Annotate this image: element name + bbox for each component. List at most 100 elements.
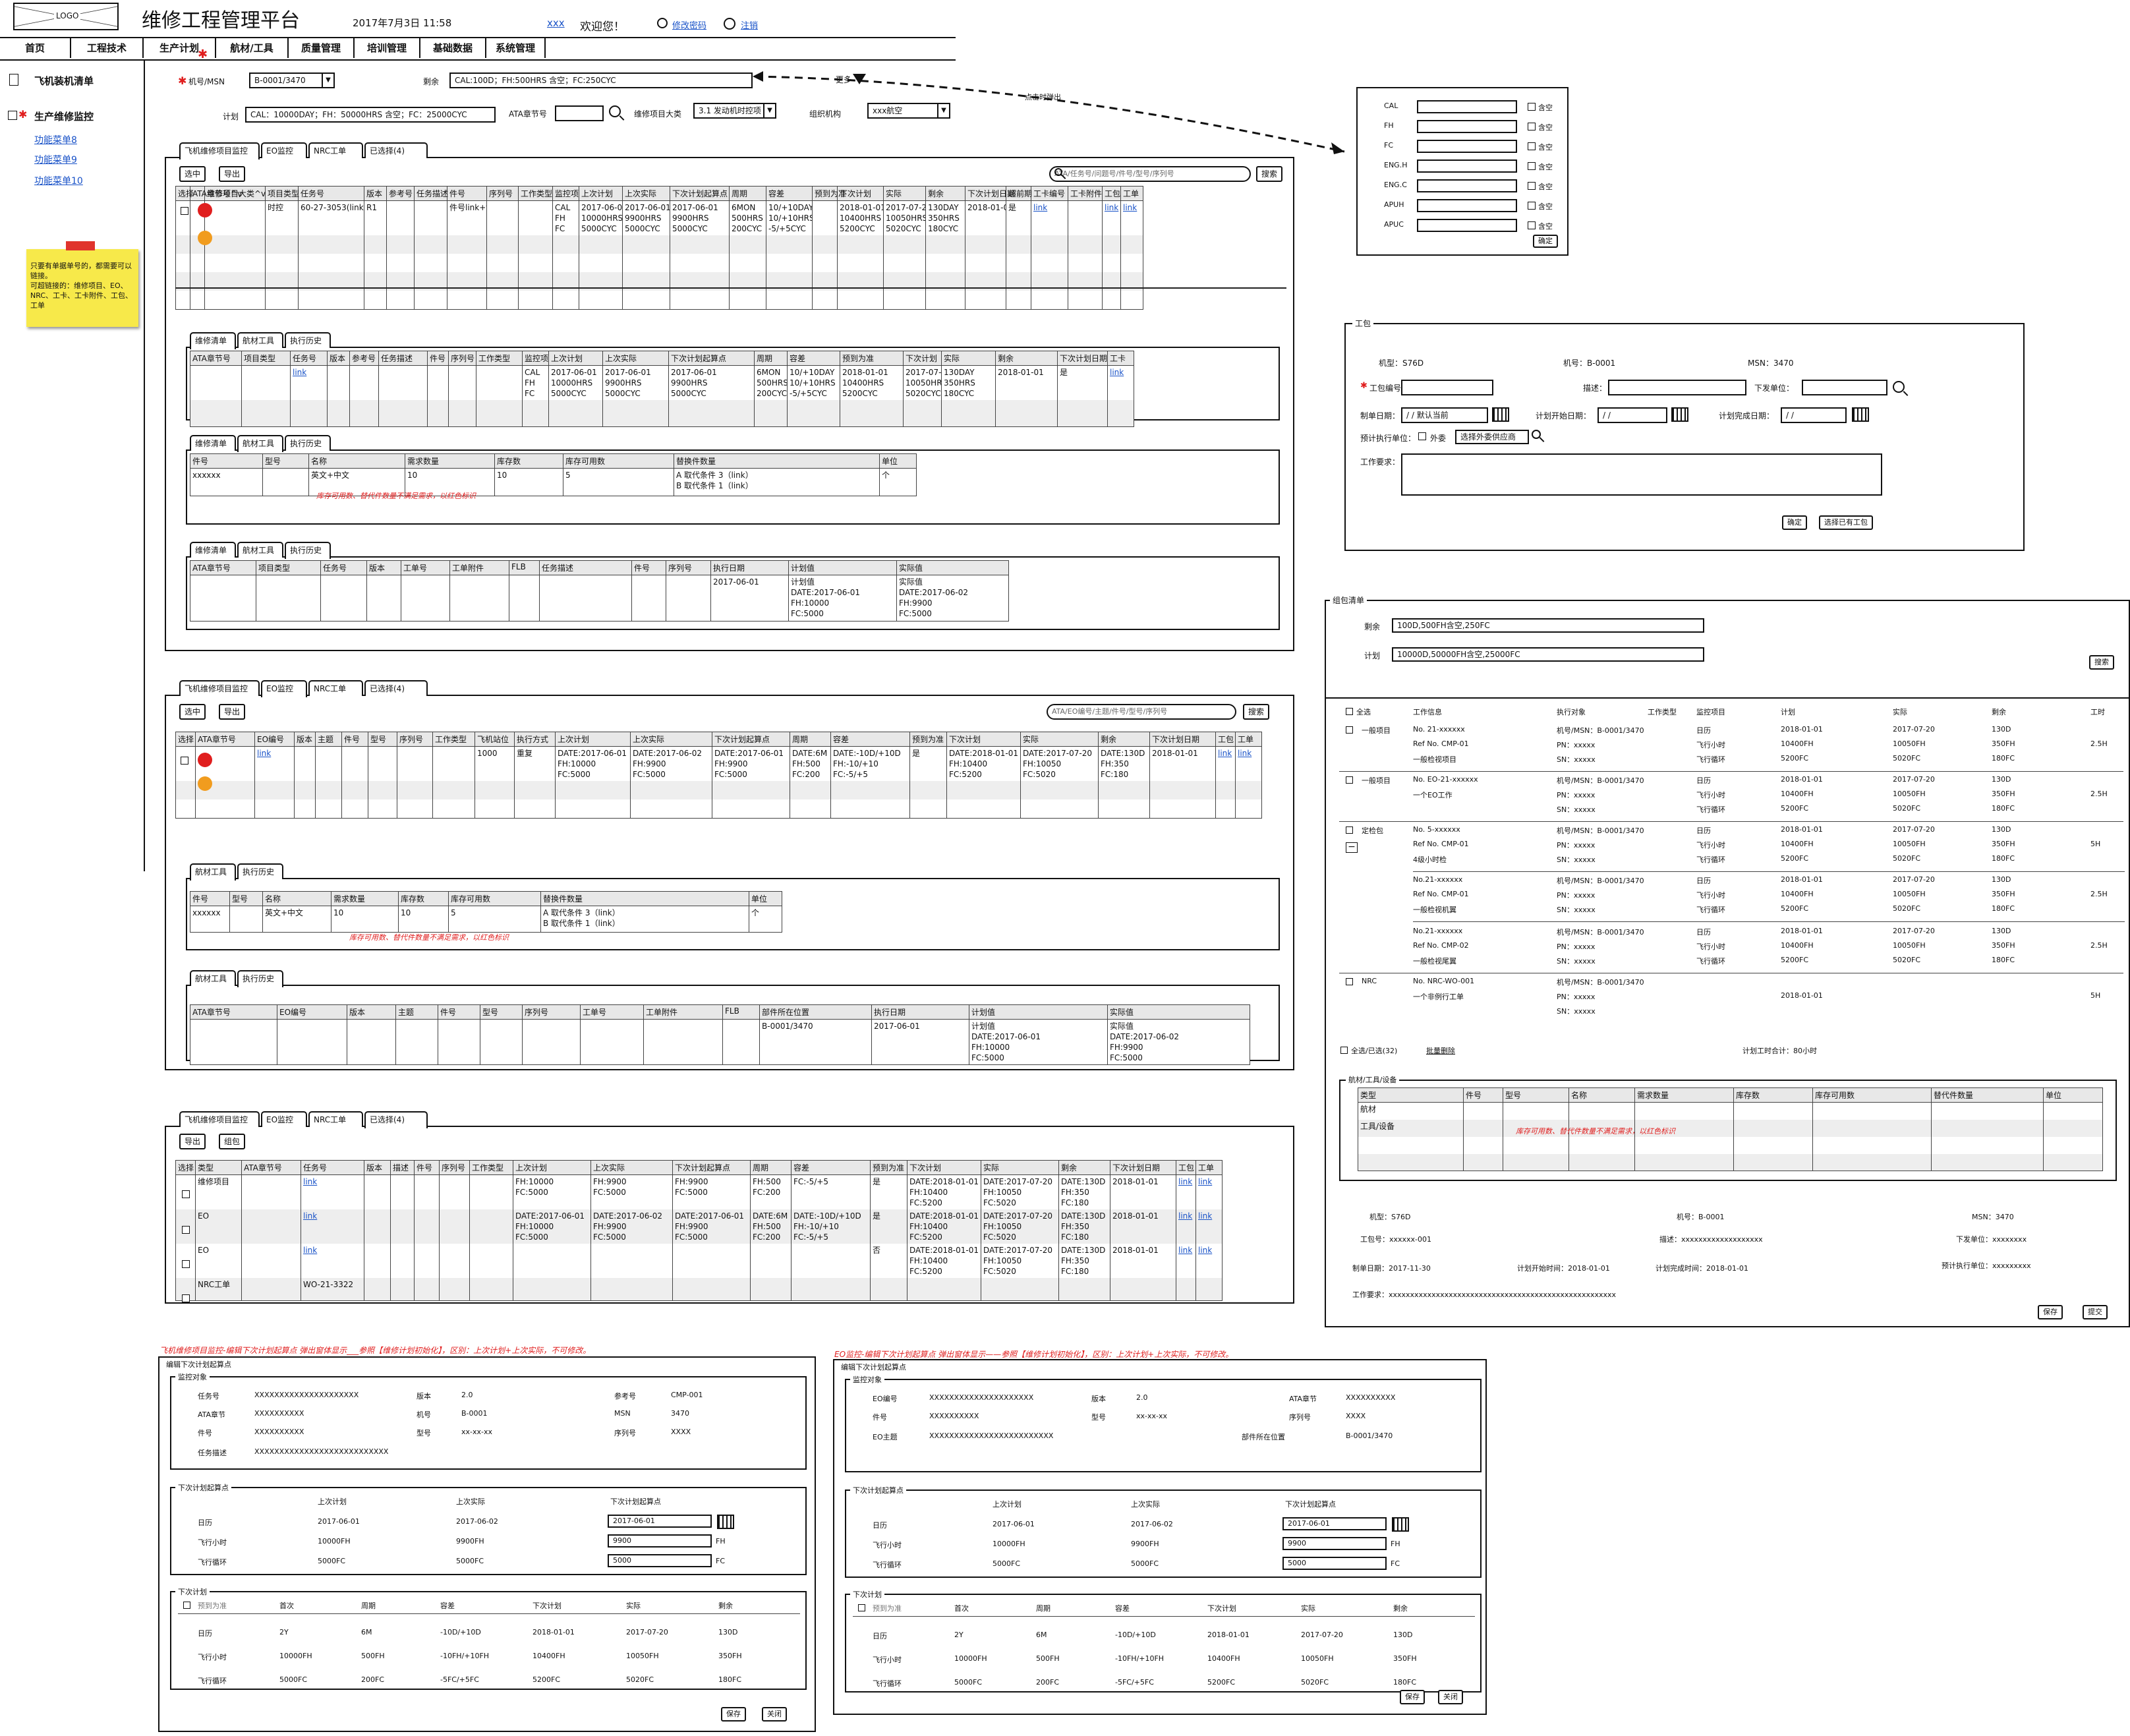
tab-tabs1-0[interactable]: 飞机维修项目监控 xyxy=(179,680,260,696)
item-checkbox[interactable] xyxy=(1346,978,1353,985)
submit-button[interactable]: 提交 xyxy=(2083,1305,2108,1319)
sidebar-sub-8[interactable]: 功能菜单8 xyxy=(34,133,77,146)
sidebar-item-aircraft-list[interactable]: 飞机装机清单 xyxy=(34,74,94,88)
row-checkbox-0[interactable] xyxy=(182,1190,190,1198)
row-checkbox[interactable] xyxy=(181,757,188,765)
nav-material[interactable]: 航材/工具 xyxy=(216,38,289,58)
tab-tabs_sub_a-2[interactable]: 执行历史 xyxy=(285,435,331,451)
search-button[interactable]: 搜索 xyxy=(1243,704,1270,720)
org-select[interactable]: xxx航空 ▼ xyxy=(867,103,950,119)
popup-checkbox-2[interactable] xyxy=(1528,142,1536,150)
tab-tabs_sub_a-0[interactable]: 维修清单 xyxy=(190,435,236,451)
next-start-input[interactable]: 5000 xyxy=(1282,1557,1387,1570)
category-select[interactable]: 3.1 发动机时控项 ▼ xyxy=(693,103,776,119)
selected-table-cell[interactable]: link xyxy=(301,1174,364,1209)
selected-table-cell[interactable]: link xyxy=(1195,1244,1223,1278)
tab-tabs_sub_a-0[interactable]: 维修清单 xyxy=(190,542,236,558)
tab-tabs_sub_a-2[interactable]: 执行历史 xyxy=(285,332,331,348)
popup-input-6[interactable] xyxy=(1417,219,1517,232)
calendar-icon[interactable] xyxy=(1852,407,1869,422)
tab-tabs_sub_a-1[interactable]: 航材工具 xyxy=(237,332,283,348)
logout-link[interactable]: 注销 xyxy=(741,18,758,31)
popup-input-1[interactable] xyxy=(1417,120,1517,133)
batch-delete-link[interactable]: 批量删除 xyxy=(1426,1045,1455,1056)
collapse-icon[interactable]: − xyxy=(1346,842,1358,853)
eo-table-cell[interactable]: link xyxy=(1215,746,1236,781)
tab-tabs1-1[interactable]: EO监控 xyxy=(261,1111,307,1127)
popup-checkbox-3[interactable] xyxy=(1528,162,1536,170)
tab-tabs_sub_a-1[interactable]: 航材工具 xyxy=(237,435,283,452)
plan-date-input[interactable]: / / 默认当前 xyxy=(1401,407,1488,423)
popup-input-2[interactable] xyxy=(1417,140,1517,153)
selected-table-cell[interactable]: link xyxy=(1176,1174,1196,1209)
sub-list-table-cell[interactable]: link xyxy=(1107,365,1134,400)
tab-tabs1-2[interactable]: NRC工单 xyxy=(308,1111,363,1127)
sidebar-sub-9[interactable]: 功能菜单9 xyxy=(34,153,77,166)
search-icon[interactable] xyxy=(1532,430,1541,439)
sidebar-sub-10[interactable]: 功能菜单10 xyxy=(34,174,83,187)
calendar-icon[interactable] xyxy=(717,1515,734,1529)
tab-tabs1-2[interactable]: NRC工单 xyxy=(308,680,363,696)
selected-table-cell[interactable]: link xyxy=(1176,1244,1196,1278)
unit-input[interactable] xyxy=(1802,380,1887,395)
item-checkbox[interactable] xyxy=(1346,726,1353,734)
remain-field[interactable]: CAL:100D；FH:500HRS 含空；FC:250CYC xyxy=(449,72,753,88)
selected-table-cell[interactable]: link xyxy=(1176,1209,1196,1244)
select-all-checkbox[interactable] xyxy=(1346,708,1353,715)
maint-table-cell[interactable]: link xyxy=(1120,200,1143,235)
sidebar-item-production-monitor[interactable]: 生产维修监控 xyxy=(34,109,94,123)
tab-tabs_sub_eo-1[interactable]: 执行历史 xyxy=(237,863,283,879)
nav-quality[interactable]: 质量管理 xyxy=(289,38,355,58)
next-start-input[interactable]: 2017-06-01 xyxy=(1282,1517,1387,1530)
row-checkbox-3[interactable] xyxy=(182,1294,190,1302)
calendar-icon[interactable] xyxy=(1392,1517,1409,1532)
save-button[interactable]: 保存 xyxy=(721,1707,746,1722)
popup-input-5[interactable] xyxy=(1417,199,1517,212)
sub-list-table-cell[interactable]: link xyxy=(290,365,328,400)
select-button[interactable]: 选中 xyxy=(179,166,206,182)
popup-input-4[interactable] xyxy=(1417,179,1517,192)
nav-basic-data[interactable]: 基础数据 xyxy=(420,38,486,58)
export-button[interactable]: 导出 xyxy=(179,1134,206,1149)
selected-table-cell[interactable]: link xyxy=(301,1244,364,1278)
popup-ok-button[interactable]: 确定 xyxy=(1533,235,1558,248)
wp-no-input[interactable] xyxy=(1401,380,1493,395)
nav-training[interactable]: 培训管理 xyxy=(355,38,420,58)
select-all-checkbox-2[interactable] xyxy=(1340,1047,1348,1054)
nav-engineering[interactable]: 工程技术 xyxy=(71,38,144,58)
calendar-icon[interactable] xyxy=(1671,407,1688,422)
next-start-input[interactable]: 9900 xyxy=(608,1534,712,1548)
selected-table-cell[interactable]: link xyxy=(301,1209,364,1244)
row-checkbox-1[interactable] xyxy=(182,1226,190,1234)
confirm-button[interactable]: 确定 xyxy=(1782,515,1807,530)
tab-tabs1-0[interactable]: 飞机维修项目监控 xyxy=(179,1111,260,1127)
row-checkbox-2[interactable] xyxy=(182,1260,190,1268)
export-button[interactable]: 导出 xyxy=(219,166,246,182)
plan-checkbox[interactable] xyxy=(858,1604,865,1611)
close-button[interactable]: 关闭 xyxy=(762,1707,787,1722)
tab-tabs1-3[interactable]: 已选择(4) xyxy=(364,1111,428,1128)
tab-tabs1-3[interactable]: 已选择(4) xyxy=(364,142,428,158)
search-input[interactable]: ATA/EO编号/主题/件号/型号/序列号 xyxy=(1047,704,1236,720)
item-checkbox[interactable] xyxy=(1346,776,1353,784)
tab-tabs_sub_a-0[interactable]: 维修清单 xyxy=(190,332,236,349)
plan-checkbox[interactable] xyxy=(183,1602,190,1609)
vendor-select[interactable]: 选择外委供应商 xyxy=(1455,430,1529,444)
tab-tabs_sub_eo-0[interactable]: 航材工具 xyxy=(190,863,236,881)
tab-tabs_sub_a-2[interactable]: 执行历史 xyxy=(285,542,331,559)
selected-table-cell[interactable]: link xyxy=(1195,1209,1223,1244)
calendar-icon[interactable] xyxy=(1492,407,1509,422)
search-button[interactable]: 搜索 xyxy=(2089,655,2114,670)
remain-field[interactable]: 100D,500FH含空,250FC xyxy=(1392,618,1704,633)
tab-tabs1-1[interactable]: EO监控 xyxy=(261,142,307,158)
maint-table-cell[interactable]: link xyxy=(1031,200,1068,235)
search-button[interactable]: 搜索 xyxy=(1256,166,1283,182)
export-button[interactable]: 导出 xyxy=(219,704,246,720)
outsource-checkbox[interactable] xyxy=(1418,432,1426,440)
end-input[interactable]: / / xyxy=(1781,407,1847,423)
search-icon[interactable] xyxy=(609,105,621,117)
user-link[interactable]: xxx xyxy=(547,17,565,29)
tab-tabs1-0[interactable]: 飞机维修项目监控 xyxy=(179,142,260,159)
popup-checkbox-1[interactable] xyxy=(1528,123,1536,130)
eo-table-cell[interactable]: link xyxy=(254,746,295,781)
